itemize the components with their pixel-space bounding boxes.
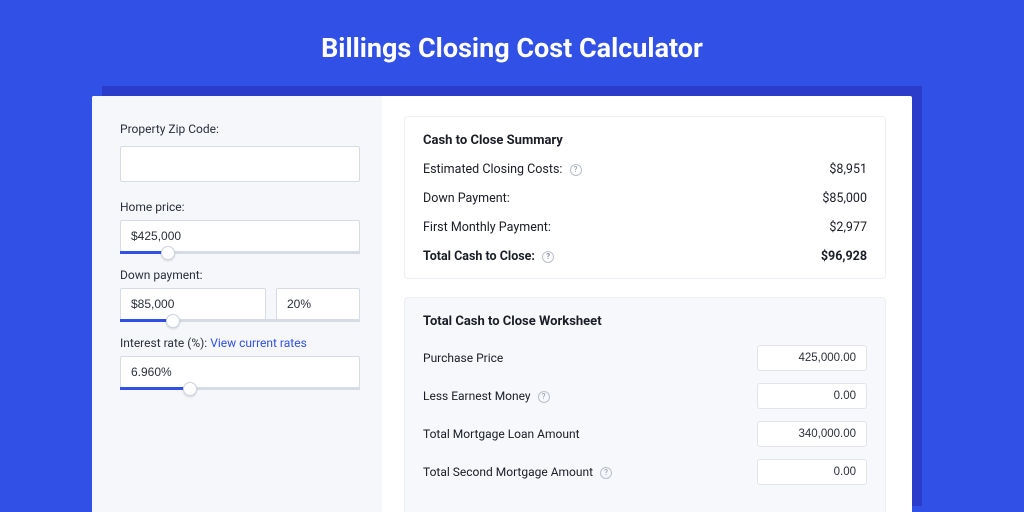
down-payment-slider[interactable] (120, 319, 360, 322)
worksheet-input-loan-amount[interactable] (757, 421, 867, 447)
summary-row-first-payment: First Monthly Payment: $2,977 (423, 220, 867, 235)
calculator-card: Property Zip Code: Home price: Down paym… (92, 96, 912, 512)
home-price-label: Home price: (120, 200, 360, 214)
worksheet-title: Total Cash to Close Worksheet (423, 314, 867, 329)
down-payment-input[interactable] (120, 288, 266, 320)
worksheet-row-purchase-price: Purchase Price (423, 345, 867, 371)
worksheet-input-earnest-money[interactable] (757, 383, 867, 409)
interest-rate-field: Interest rate (%): View current rates (120, 336, 360, 390)
home-price-input[interactable] (120, 220, 360, 252)
interest-rate-input[interactable] (120, 356, 360, 388)
summary-total-value: $96,928 (821, 249, 867, 264)
summary-value: $8,951 (829, 162, 867, 177)
summary-row-down-payment: Down Payment: $85,000 (423, 191, 867, 206)
interest-rate-label: Interest rate (%): View current rates (120, 336, 360, 350)
worksheet-label: Total Mortgage Loan Amount (423, 427, 580, 441)
interest-rate-slider[interactable] (120, 387, 360, 390)
zip-field: Property Zip Code: (120, 122, 360, 182)
worksheet-label: Less Earnest Money ? (423, 389, 550, 403)
results-panel: Cash to Close Summary Estimated Closing … (382, 96, 912, 512)
summary-row-closing-costs: Estimated Closing Costs: ? $8,951 (423, 162, 867, 177)
summary-value: $85,000 (822, 191, 867, 206)
down-payment-pct-input[interactable] (276, 288, 360, 320)
summary-label: Down Payment: (423, 191, 510, 206)
help-icon[interactable]: ? (570, 164, 582, 176)
worksheet-label-text: Total Second Mortgage Amount (423, 465, 593, 479)
zip-label: Property Zip Code: (120, 122, 360, 136)
interest-rate-label-text: Interest rate (%): (120, 336, 210, 350)
home-price-slider[interactable] (120, 251, 360, 254)
zip-input[interactable] (120, 146, 360, 182)
summary-label-text: Estimated Closing Costs: (423, 162, 562, 177)
inputs-panel: Property Zip Code: Home price: Down paym… (92, 96, 382, 512)
summary-label: First Monthly Payment: (423, 220, 551, 235)
down-payment-field: Down payment: (120, 268, 360, 322)
worksheet-label-text: Less Earnest Money (423, 389, 531, 403)
page-title: Billings Closing Cost Calculator (0, 0, 1024, 86)
home-price-field: Home price: (120, 200, 360, 254)
interest-rate-slider-thumb[interactable] (183, 382, 197, 396)
worksheet-label: Purchase Price (423, 351, 503, 365)
interest-rate-slider-fill (120, 387, 190, 390)
worksheet-row-earnest-money: Less Earnest Money ? (423, 383, 867, 409)
help-icon[interactable]: ? (600, 467, 612, 479)
help-icon[interactable]: ? (538, 391, 550, 403)
view-rates-link[interactable]: View current rates (210, 336, 307, 350)
summary-total-label-text: Total Cash to Close: (423, 249, 535, 264)
summary-total-label: Total Cash to Close: ? (423, 249, 554, 264)
home-price-slider-thumb[interactable] (161, 246, 175, 260)
worksheet-row-loan-amount: Total Mortgage Loan Amount (423, 421, 867, 447)
card-shadow: Property Zip Code: Home price: Down paym… (102, 86, 922, 506)
down-payment-label: Down payment: (120, 268, 360, 282)
cash-to-close-summary: Cash to Close Summary Estimated Closing … (404, 116, 886, 279)
summary-row-total: Total Cash to Close: ? $96,928 (423, 249, 867, 264)
worksheet-input-second-mortgage[interactable] (757, 459, 867, 485)
worksheet-input-purchase-price[interactable] (757, 345, 867, 371)
help-icon[interactable]: ? (542, 251, 554, 263)
summary-label: Estimated Closing Costs: ? (423, 162, 582, 177)
worksheet-row-second-mortgage: Total Second Mortgage Amount ? (423, 459, 867, 485)
worksheet-label: Total Second Mortgage Amount ? (423, 465, 612, 479)
summary-title: Cash to Close Summary (423, 133, 867, 148)
worksheet: Total Cash to Close Worksheet Purchase P… (404, 297, 886, 512)
down-payment-slider-thumb[interactable] (166, 314, 180, 328)
summary-value: $2,977 (829, 220, 867, 235)
